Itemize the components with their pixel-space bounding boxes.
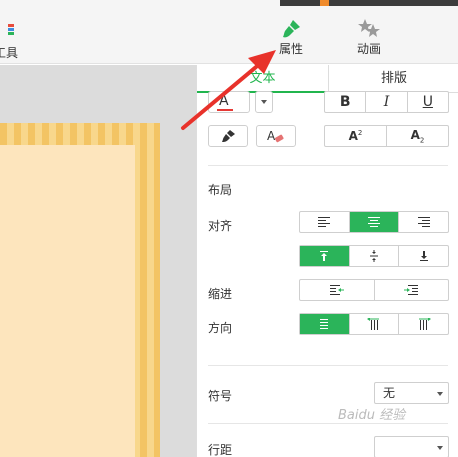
align-right-icon [417,217,430,227]
indent-group [299,279,449,301]
align-bottom-icon [419,251,428,261]
font-color-swatch [217,109,233,111]
slide-content-area[interactable] [0,145,135,457]
increase-indent-button[interactable] [373,280,449,300]
animation-label: 动画 [356,42,381,56]
slide-border [0,123,160,457]
underline-button[interactable]: U [406,92,448,112]
watermark: Baidu 经验 [338,408,406,423]
divider [208,423,448,424]
align-group [299,211,449,233]
font-color-dropdown[interactable] [255,91,273,113]
animation-button[interactable]: 动画 [348,18,390,57]
align-center-icon [368,217,380,227]
stars-icon [348,18,390,40]
properties-panel: 文本 排版 A B I U A A2 A2 布局 对齐 缩进 方向 符号 无 行… [196,65,458,457]
svg-text:A: A [267,129,276,143]
superscript-mark: 2 [357,129,363,137]
panel-tabs: 文本 排版 [197,65,458,93]
vertical-align-group [299,245,449,267]
align-right-button[interactable] [398,212,448,232]
subscript-mark: 2 [419,136,425,145]
layout-heading: 布局 [208,183,233,197]
symbol-select[interactable]: 无 [374,382,449,404]
align-label: 对齐 [208,219,233,233]
align-top-icon [320,251,329,261]
font-color-button[interactable]: A [208,91,250,113]
superscript-letter: A [348,129,358,143]
tab-layout[interactable]: 排版 [328,65,458,93]
subscript-glyph: A2 [411,128,425,144]
eraser-icon: A [267,128,287,147]
top-toolbar: 工具 属性 动画 [0,0,458,64]
superscript-button[interactable]: A2 [325,126,386,146]
italic-button[interactable]: I [365,92,406,112]
tab-text[interactable]: 文本 [197,65,328,93]
underline-glyph: U [422,94,433,110]
increase-indent-icon [404,285,419,295]
vertical-ltr-icon [418,318,431,330]
vertical-rtl-icon [367,318,379,330]
slide-canvas[interactable] [0,65,196,457]
subscript-button[interactable]: A2 [386,126,448,146]
italic-glyph: I [383,94,390,110]
brush-icon [221,129,237,146]
superscript-glyph: A2 [349,129,363,143]
align-middle-icon [370,250,378,262]
subscript-letter: A [410,127,420,142]
paint-brush-icon [270,18,312,40]
vertical-rtl-button[interactable] [348,314,399,334]
clear-format-button[interactable]: A [256,125,296,147]
indent-label: 缩进 [208,287,233,301]
align-center-button[interactable] [348,212,399,232]
line-spacing-select[interactable] [374,436,449,457]
bold-glyph: B [339,94,351,110]
vertical-ltr-button[interactable] [398,314,448,334]
align-bottom-button[interactable] [398,246,448,266]
direction-group [299,313,449,335]
properties-label: 属性 [278,42,303,56]
align-left-icon [318,217,331,227]
align-top-button[interactable] [300,246,349,266]
chevron-down-icon [261,100,267,104]
align-middle-button[interactable] [348,246,399,266]
symbol-label: 符号 [208,389,233,403]
decrease-indent-icon [329,285,344,295]
properties-button[interactable]: 属性 [270,18,312,57]
script-group: A2 A2 [324,125,449,147]
tools-label: 工具 [0,46,19,60]
tools-button[interactable]: 工具 [0,22,26,60]
chevron-down-icon [437,446,443,450]
chevron-down-icon [437,392,443,396]
direction-label: 方向 [208,321,233,335]
window-top-strip [280,0,458,6]
line-spacing-label: 行距 [208,443,233,457]
tools-icon [0,22,26,40]
horizontal-text-icon [320,319,329,329]
horizontal-text-button[interactable] [300,314,349,334]
divider [208,365,448,366]
symbol-value: 无 [383,386,396,400]
font-color-glyph: A [219,93,229,109]
align-left-button[interactable] [300,212,349,232]
orange-indicator [320,0,329,6]
decrease-indent-button[interactable] [300,280,374,300]
divider [208,165,448,166]
text-style-group: B I U [324,91,449,113]
bold-button[interactable]: B [325,92,365,112]
format-painter-button[interactable] [208,125,248,147]
